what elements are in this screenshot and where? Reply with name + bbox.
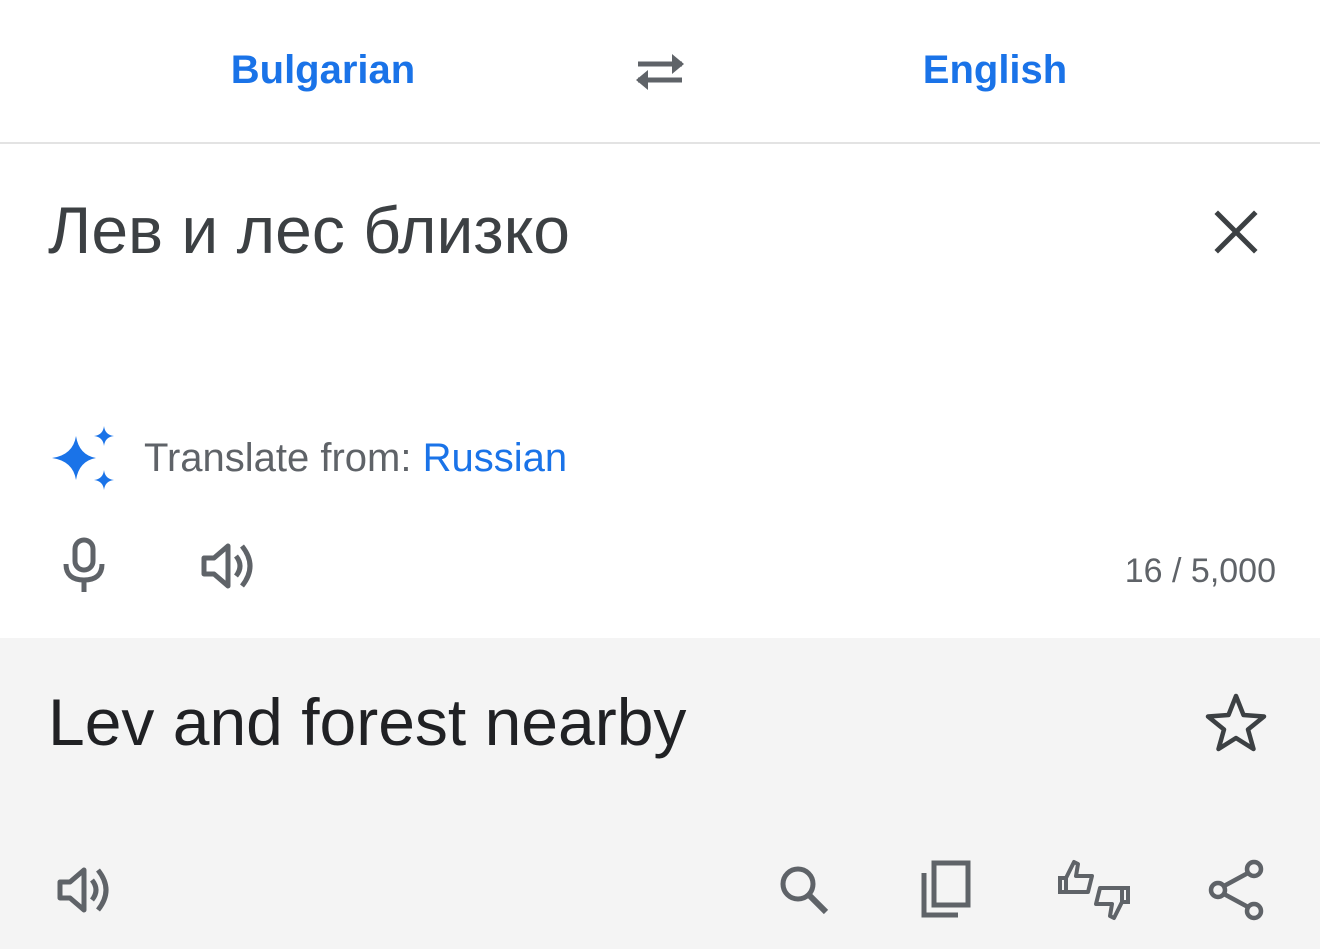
rate-translation-button[interactable] [1054,854,1134,926]
translate-from-label: Translate from: [144,435,423,480]
detected-language-link[interactable]: Russian [423,436,568,481]
search-icon [780,866,829,915]
search-button[interactable] [768,854,840,926]
target-language-button[interactable]: English [895,40,1095,100]
sparkle-icon [52,426,114,490]
detected-language-suggestion[interactable]: Translate from: Russian [48,426,567,490]
translation-output-area: Lev and forest nearby [0,638,1320,949]
swap-languages-button[interactable] [624,44,696,100]
source-language-button[interactable]: Bulgarian [223,40,423,100]
character-count: 16 / 5,000 [1124,552,1276,590]
listen-source-button[interactable] [192,530,264,602]
clear-text-button[interactable] [1200,196,1272,268]
share-icon [1208,859,1264,921]
language-bar: Bulgarian English [0,0,1320,144]
star-outline-icon [1205,693,1267,752]
share-button[interactable] [1200,854,1272,926]
speaker-icon [201,543,253,589]
copy-translation-button[interactable] [910,854,982,926]
translated-text: Lev and forest nearby [48,685,687,759]
copy-icon [921,860,971,918]
listen-translation-button[interactable] [48,854,120,926]
source-input-area[interactable]: Лев и лес близко Translate from: Russian [0,146,1320,638]
swap-horiz-icon [636,54,684,90]
source-text-input[interactable]: Лев и лес близко [48,190,570,270]
translate-app: Bulgarian English Лев и лес близко Trans… [0,0,1320,949]
close-icon [1214,210,1258,254]
thumbs-up-down-icon [1058,860,1130,920]
speaker-icon [57,867,109,913]
microphone-icon [63,537,105,592]
save-translation-button[interactable] [1200,686,1272,758]
microphone-button[interactable] [48,530,120,602]
